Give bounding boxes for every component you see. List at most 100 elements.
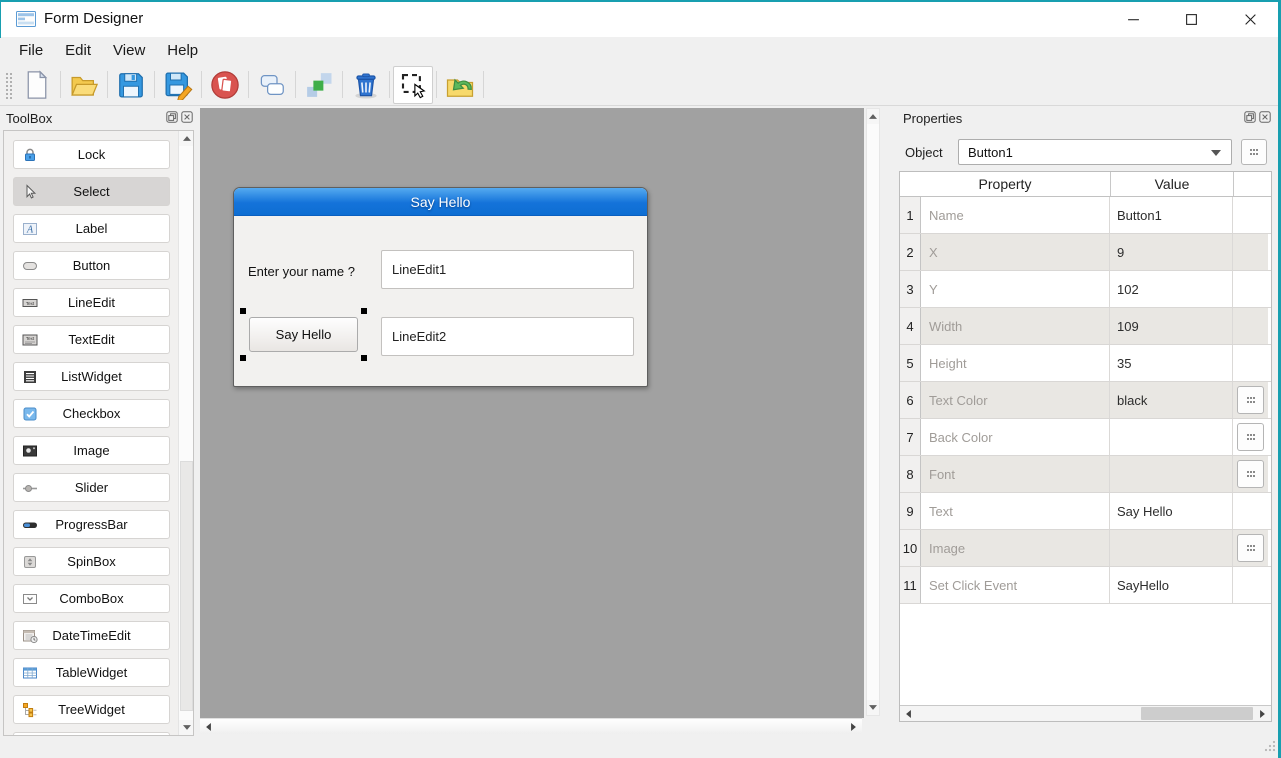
row-number[interactable]: 2 bbox=[900, 234, 921, 270]
property-value-cell[interactable]: SayHello bbox=[1110, 567, 1233, 603]
property-name-cell[interactable]: Y bbox=[921, 271, 1110, 307]
row-number[interactable]: 7 bbox=[900, 419, 921, 455]
toolbox-item-lineedit[interactable]: TextLineEdit bbox=[13, 288, 170, 317]
scroll-right-icon[interactable] bbox=[846, 719, 861, 735]
property-name-cell[interactable]: Text bbox=[921, 493, 1110, 529]
row-number[interactable]: 6 bbox=[900, 382, 921, 418]
property-name-cell[interactable]: Image bbox=[921, 530, 1110, 566]
copy-form-button[interactable] bbox=[205, 66, 245, 104]
canvas-horizontal-scrollbar[interactable] bbox=[200, 718, 862, 734]
toolbox-item-listwidget[interactable]: ListWidget bbox=[13, 362, 170, 391]
toolbox-item-label[interactable]: ALabel bbox=[13, 214, 170, 243]
undo-button[interactable] bbox=[440, 66, 480, 104]
close-panel-icon[interactable] bbox=[1259, 111, 1271, 123]
property-value-cell[interactable] bbox=[1110, 530, 1233, 566]
row-number[interactable]: 3 bbox=[900, 271, 921, 307]
menu-file[interactable]: File bbox=[8, 39, 54, 62]
row-number[interactable]: 4 bbox=[900, 308, 921, 344]
close-panel-icon[interactable] bbox=[181, 111, 193, 123]
select-area-button[interactable] bbox=[393, 66, 433, 104]
float-panel-icon[interactable] bbox=[1244, 111, 1256, 123]
window-resize-grip[interactable] bbox=[1262, 738, 1277, 753]
toolbox-item-progressbar[interactable]: ProgressBar bbox=[13, 510, 170, 539]
row-number[interactable]: 5 bbox=[900, 345, 921, 381]
property-value-cell[interactable]: 109 bbox=[1110, 308, 1233, 344]
property-value-cell[interactable]: 35 bbox=[1110, 345, 1233, 381]
property-value-cell[interactable]: Say Hello bbox=[1110, 493, 1233, 529]
scroll-up-icon[interactable] bbox=[179, 131, 194, 146]
canvas-vertical-scrollbar[interactable] bbox=[866, 108, 880, 716]
property-name-cell[interactable]: Name bbox=[921, 197, 1110, 233]
property-value-cell[interactable] bbox=[1110, 456, 1233, 492]
property-value-cell[interactable]: Button1 bbox=[1110, 197, 1233, 233]
toolbox-item-datetimeedit[interactable]: DateTimeEdit bbox=[13, 621, 170, 650]
property-editor-button[interactable] bbox=[1237, 534, 1264, 562]
toolbox-item-image[interactable]: Image bbox=[13, 436, 170, 465]
toolbox-item-treewidget[interactable]: TreeWidget bbox=[13, 695, 170, 724]
selection-handle-top-right[interactable] bbox=[361, 308, 367, 314]
property-editor-button[interactable] bbox=[1237, 460, 1264, 488]
toolbox-item-combobox[interactable]: ComboBox bbox=[13, 584, 170, 613]
row-number[interactable]: 10 bbox=[900, 530, 921, 566]
float-panel-icon[interactable] bbox=[166, 111, 178, 123]
scroll-down-icon[interactable] bbox=[179, 720, 194, 735]
row-number[interactable]: 8 bbox=[900, 456, 921, 492]
property-editor-button[interactable] bbox=[1237, 423, 1264, 451]
scroll-left-icon[interactable] bbox=[201, 719, 216, 735]
toolbox-item-spinbox[interactable]: SpinBox bbox=[13, 547, 170, 576]
close-button[interactable] bbox=[1227, 2, 1273, 37]
property-value-cell[interactable]: 9 bbox=[1110, 234, 1233, 270]
properties-scrollbar-thumb[interactable] bbox=[1141, 707, 1253, 720]
toolbar-grip-handle[interactable] bbox=[4, 71, 13, 99]
property-name-cell[interactable]: Width bbox=[921, 308, 1110, 344]
property-name-cell[interactable]: Set Click Event bbox=[921, 567, 1110, 603]
row-number[interactable]: 11 bbox=[900, 567, 921, 603]
scroll-right-icon[interactable] bbox=[1255, 706, 1270, 721]
toolbox-item-tablewidget[interactable]: TableWidget bbox=[13, 658, 170, 687]
paste-button[interactable] bbox=[299, 66, 339, 104]
lineedit1[interactable] bbox=[381, 250, 634, 289]
selection-handle-top-left[interactable] bbox=[240, 308, 246, 314]
toolbox-item-textedit[interactable]: TextTextEdit bbox=[13, 325, 170, 354]
toolbox-item-slider[interactable]: Slider bbox=[13, 473, 170, 502]
menu-help[interactable]: Help bbox=[156, 39, 209, 62]
scroll-left-icon[interactable] bbox=[901, 706, 916, 721]
property-name-cell[interactable]: Back Color bbox=[921, 419, 1110, 455]
lineedit2[interactable] bbox=[381, 317, 634, 356]
property-value-cell[interactable]: black bbox=[1110, 382, 1233, 418]
object-picker-button[interactable] bbox=[1241, 139, 1267, 165]
toolbox-item-partial[interactable] bbox=[13, 732, 170, 736]
column-header-property[interactable]: Property bbox=[900, 172, 1111, 196]
menu-edit[interactable]: Edit bbox=[54, 39, 102, 62]
selection-handle-bottom-left[interactable] bbox=[240, 355, 246, 361]
row-number[interactable]: 9 bbox=[900, 493, 921, 529]
property-name-cell[interactable]: X bbox=[921, 234, 1110, 270]
open-file-button[interactable] bbox=[64, 66, 104, 104]
design-canvas[interactable]: Say Hello Enter your name ? Say Hello bbox=[200, 108, 864, 718]
property-name-cell[interactable]: Text Color bbox=[921, 382, 1110, 418]
property-value-cell[interactable] bbox=[1110, 419, 1233, 455]
maximize-button[interactable] bbox=[1168, 2, 1214, 37]
selection-handle-bottom-right[interactable] bbox=[361, 355, 367, 361]
column-header-value[interactable]: Value bbox=[1111, 172, 1234, 196]
new-file-button[interactable] bbox=[17, 66, 57, 104]
duplicate-widgets-button[interactable] bbox=[252, 66, 292, 104]
say-hello-button[interactable]: Say Hello bbox=[249, 317, 358, 352]
scroll-down-icon[interactable] bbox=[867, 700, 879, 715]
save-button[interactable] bbox=[111, 66, 151, 104]
property-name-cell[interactable]: Height bbox=[921, 345, 1110, 381]
save-as-button[interactable] bbox=[158, 66, 198, 104]
designed-form-window[interactable]: Say Hello Enter your name ? Say Hello bbox=[233, 187, 648, 387]
minimize-button[interactable] bbox=[1110, 2, 1156, 37]
object-select-dropdown[interactable]: Button1 bbox=[958, 139, 1232, 165]
properties-horizontal-scrollbar[interactable] bbox=[900, 705, 1271, 721]
toolbox-item-button[interactable]: Button bbox=[13, 251, 170, 280]
scroll-up-icon[interactable] bbox=[867, 109, 879, 124]
toolbox-item-lock[interactable]: Lock bbox=[13, 140, 170, 169]
toolbox-scrollbar-thumb[interactable] bbox=[180, 461, 193, 711]
property-name-cell[interactable]: Font bbox=[921, 456, 1110, 492]
toolbox-scrollbar[interactable] bbox=[178, 131, 193, 735]
form-prompt-label[interactable]: Enter your name ? bbox=[248, 264, 355, 279]
delete-button[interactable] bbox=[346, 66, 386, 104]
property-value-cell[interactable]: 102 bbox=[1110, 271, 1233, 307]
